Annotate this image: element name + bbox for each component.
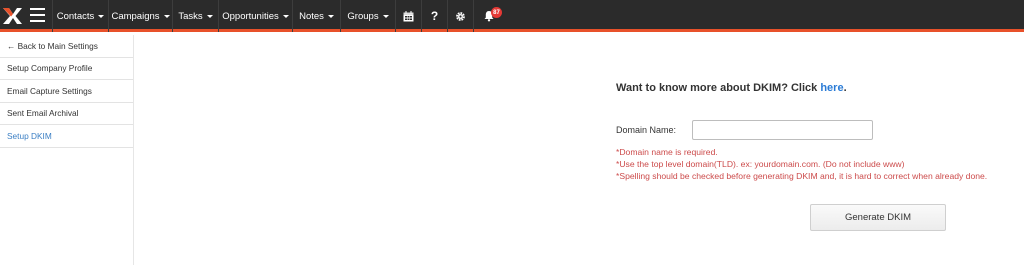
domain-name-input[interactable]: [692, 120, 873, 140]
error-spelling-check: *Spelling should be checked before gener…: [616, 171, 988, 181]
chevron-down-icon: [327, 14, 334, 18]
settings-button[interactable]: [447, 0, 473, 32]
dkim-here-link[interactable]: here: [820, 82, 843, 94]
nav-opportunities[interactable]: Opportunities: [218, 0, 292, 32]
error-use-tld: *Use the top level domain(TLD). ex: your…: [616, 159, 905, 169]
gear-icon: [456, 11, 465, 21]
nav-campaigns[interactable]: Campaigns: [108, 0, 172, 32]
error-domain-required: *Domain name is required.: [616, 147, 718, 157]
chevron-down-icon: [206, 14, 213, 18]
dkim-info-period: .: [843, 82, 847, 94]
back-to-main-settings-link[interactable]: ← Back to Main Settings: [0, 35, 133, 58]
calendar-icon: [403, 10, 414, 21]
help-button[interactable]: ?: [421, 0, 447, 32]
top-navbar: Contacts Campaigns Tasks Opportunities N…: [0, 0, 1024, 32]
nav-campaigns-label: Campaigns: [111, 10, 160, 22]
sidebar-item-company-profile[interactable]: Setup Company Profile: [0, 58, 133, 80]
nav-tasks-label: Tasks: [178, 10, 203, 22]
nav-contacts[interactable]: Contacts: [52, 0, 108, 32]
chevron-down-icon: [98, 14, 105, 18]
help-icon: ?: [430, 9, 439, 23]
sidebar-item-email-capture[interactable]: Email Capture Settings: [0, 80, 133, 103]
nav-notes[interactable]: Notes: [292, 0, 340, 32]
dkim-info-text: Want to know more about DKIM? Click: [616, 82, 821, 94]
dkim-info-heading: Want to know more about DKIM? Click here…: [616, 82, 847, 94]
sidebar-item-dkim[interactable]: Setup DKIM: [0, 125, 133, 148]
nav-contacts-label: Contacts: [56, 10, 95, 22]
app-logo-icon[interactable]: [0, 0, 24, 32]
nav-groups[interactable]: Groups: [340, 0, 395, 32]
sidebar-item-email-archival[interactable]: Sent Email Archival: [0, 103, 133, 125]
nav-tasks[interactable]: Tasks: [172, 0, 218, 32]
domain-name-label: Domain Name:: [616, 125, 677, 135]
menu-icon[interactable]: [30, 8, 45, 22]
generate-dkim-button[interactable]: Generate DKIM: [810, 204, 946, 231]
notification-count-badge: 87: [491, 7, 502, 18]
chevron-down-icon: [382, 14, 389, 18]
settings-sidebar: ← Back to Main Settings Setup Company Pr…: [0, 35, 134, 265]
calendar-button[interactable]: [395, 0, 421, 32]
nav-opportunities-label: Opportunities: [222, 10, 279, 22]
nav-groups-label: Groups: [347, 10, 379, 22]
chevron-down-icon: [163, 14, 170, 18]
nav-notes-label: Notes: [299, 10, 324, 22]
chevron-down-icon: [282, 14, 289, 18]
